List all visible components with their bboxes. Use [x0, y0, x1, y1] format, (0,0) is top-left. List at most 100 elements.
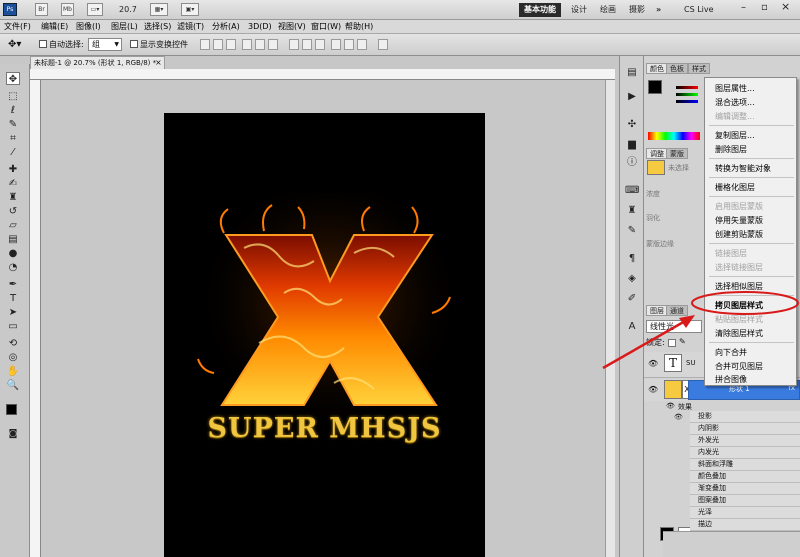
- fg-color-chip[interactable]: [648, 80, 662, 94]
- distribute-vcenter-icon[interactable]: [302, 39, 312, 50]
- histogram-panel-icon[interactable]: ▆: [625, 138, 639, 152]
- clone-stamp-tool-icon[interactable]: ♜: [6, 191, 20, 204]
- menu-layer[interactable]: 图层(L): [111, 21, 138, 33]
- restore-button[interactable]: ▫: [761, 2, 768, 13]
- menu-item-delete-layer[interactable]: 删除图层: [715, 144, 747, 155]
- align-bottom-icon[interactable]: [226, 39, 236, 50]
- effects-eye-icon[interactable]: 👁: [666, 402, 675, 410]
- align-right-icon[interactable]: [268, 39, 278, 50]
- mini-bridge-icon[interactable]: Mb: [61, 3, 74, 16]
- healing-brush-tool-icon[interactable]: ✚: [6, 163, 20, 176]
- paragraph-panel-icon[interactable]: ¶: [625, 252, 639, 266]
- bridge-icon[interactable]: Br: [35, 3, 48, 16]
- visibility-eye-icon[interactable]: 👁: [674, 411, 684, 423]
- tab-styles[interactable]: 样式: [688, 63, 710, 74]
- zoom-tool-icon[interactable]: 🔍: [6, 379, 20, 392]
- auto-select-dropdown[interactable]: 组 ▼: [88, 38, 122, 51]
- menu-3d[interactable]: 3D(D): [248, 21, 272, 33]
- history-brush-tool-icon[interactable]: ↺: [6, 205, 20, 218]
- history-panel-icon[interactable]: ▤: [625, 66, 639, 80]
- auto-select-checkbox[interactable]: [39, 40, 47, 48]
- menu-item-duplicate-layer[interactable]: 复制图层...: [715, 130, 755, 141]
- quick-select-tool-icon[interactable]: ✎: [6, 118, 20, 131]
- red-slider[interactable]: [676, 86, 698, 89]
- align-hcenter-icon[interactable]: [255, 39, 265, 50]
- menu-item-rasterize-layer[interactable]: 栅格化图层: [715, 182, 755, 193]
- auto-align-icon[interactable]: [378, 39, 388, 50]
- navigator-panel-icon[interactable]: ✣: [625, 118, 639, 132]
- effect-pattern-overlay[interactable]: 图案叠加: [690, 495, 800, 507]
- workspace-essentials[interactable]: 基本功能: [519, 3, 561, 17]
- tab-color[interactable]: 颜色: [646, 63, 668, 74]
- distribute-left-icon[interactable]: [331, 39, 341, 50]
- clone-source-icon[interactable]: ♜: [625, 204, 639, 218]
- pen-tool-icon[interactable]: ✒: [6, 278, 20, 291]
- dodge-tool-icon[interactable]: ◔: [6, 261, 20, 274]
- workspace-design[interactable]: 设计: [571, 4, 587, 15]
- hand-tool-icon[interactable]: ✋: [6, 365, 20, 378]
- show-transform-checkbox[interactable]: [130, 40, 138, 48]
- menu-item-convert-smart-object[interactable]: 转换为智能对象: [715, 163, 771, 174]
- effect-inner-shadow[interactable]: 内阴影: [690, 423, 800, 435]
- effect-color-overlay[interactable]: 颜色叠加: [690, 471, 800, 483]
- crop-tool-icon[interactable]: ⌗: [6, 132, 20, 145]
- align-vcenter-icon[interactable]: [213, 39, 223, 50]
- brush-tool-icon[interactable]: ✍: [6, 177, 20, 190]
- color-ramp[interactable]: [648, 132, 700, 140]
- distribute-bottom-icon[interactable]: [315, 39, 325, 50]
- menu-item-disable-vector-mask[interactable]: 停用矢量蒙版: [715, 215, 763, 226]
- visibility-eye-icon[interactable]: 👁: [648, 385, 658, 394]
- menu-item-layer-properties[interactable]: 图层属性...: [715, 83, 755, 94]
- menu-select[interactable]: 选择(S): [144, 21, 171, 33]
- cs-live-button[interactable]: CS Live: [684, 4, 714, 15]
- info-panel-icon[interactable]: ⓘ: [625, 156, 639, 170]
- gradient-tool-icon[interactable]: ▤: [6, 233, 20, 246]
- 3d-orbit-tool-icon[interactable]: ◎: [6, 351, 20, 364]
- distribute-right-icon[interactable]: [357, 39, 367, 50]
- green-slider[interactable]: [676, 93, 698, 96]
- distribute-top-icon[interactable]: [289, 39, 299, 50]
- effect-inner-glow[interactable]: 内发光: [690, 447, 800, 459]
- quick-mask-icon[interactable]: ◙: [6, 428, 20, 441]
- eyedropper-tool-icon[interactable]: ⁄: [6, 146, 20, 159]
- effect-outer-glow[interactable]: 外发光: [690, 435, 800, 447]
- menu-item-create-clipping-mask[interactable]: 创建剪贴蒙版: [715, 229, 763, 240]
- close-window-button[interactable]: ×: [781, 1, 790, 12]
- shape-tool-icon[interactable]: ▭: [6, 320, 20, 333]
- menu-analysis[interactable]: 分析(A): [212, 21, 240, 33]
- menu-item-blending-options[interactable]: 混合选项...: [715, 97, 755, 108]
- 3d-rotate-tool-icon[interactable]: ⟲: [6, 337, 20, 350]
- distribute-hcenter-icon[interactable]: [344, 39, 354, 50]
- effect-stroke[interactable]: 描边: [690, 519, 800, 531]
- document-tab[interactable]: 未标题-1 @ 20.7% (形状 1, RGB/8) *: [30, 56, 165, 69]
- minimize-button[interactable]: –: [741, 2, 746, 13]
- lasso-tool-icon[interactable]: ℓ: [6, 104, 20, 117]
- tab-adjustments[interactable]: 调整: [646, 148, 668, 159]
- close-document-icon[interactable]: ×: [155, 57, 162, 68]
- document-canvas[interactable]: X SUPER MHSJS: [164, 113, 485, 557]
- align-left-icon[interactable]: [242, 39, 252, 50]
- marquee-tool-icon[interactable]: ⬚: [6, 90, 20, 103]
- menu-view[interactable]: 视图(V): [278, 21, 306, 33]
- workspace-painting[interactable]: 绘画: [600, 4, 616, 15]
- actions-panel-icon[interactable]: ▶: [625, 90, 639, 104]
- foreground-color-swatch[interactable]: [6, 404, 17, 415]
- move-tool-preset-icon[interactable]: ✥▾: [8, 38, 30, 51]
- effect-gradient-overlay[interactable]: 渐变叠加: [690, 483, 800, 495]
- workspace-photography[interactable]: 摄影: [629, 4, 645, 15]
- brush-presets-icon[interactable]: ⌨: [625, 184, 639, 198]
- menu-edit[interactable]: 编辑(E): [41, 21, 68, 33]
- effect-bevel-emboss[interactable]: 斜面和浮雕: [690, 459, 800, 471]
- zoom-level[interactable]: 20.7: [119, 4, 137, 15]
- effect-drop-shadow[interactable]: 👁 投影: [674, 411, 800, 423]
- menu-file[interactable]: 文件(F): [4, 21, 31, 33]
- view-extras-icon[interactable]: ▭▾: [87, 3, 103, 16]
- screen-mode-icon[interactable]: ▣▾: [181, 3, 199, 16]
- menu-filter[interactable]: 滤镜(T): [177, 21, 204, 33]
- path-select-tool-icon[interactable]: ➤: [6, 306, 20, 319]
- effect-satin[interactable]: 光泽: [690, 507, 800, 519]
- blue-slider[interactable]: [676, 100, 698, 103]
- menu-help[interactable]: 帮助(H): [345, 21, 373, 33]
- more-workspaces-chevron-icon[interactable]: »: [656, 4, 661, 15]
- type-tool-icon[interactable]: T: [6, 292, 20, 305]
